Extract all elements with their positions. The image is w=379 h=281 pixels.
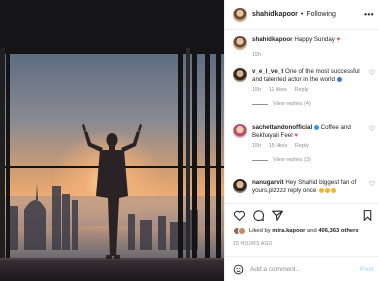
comment-input[interactable]: Add a comment... bbox=[250, 266, 301, 273]
post-header: shahidkapoor • Following ••• bbox=[225, 0, 379, 30]
comment-text: v_e_l_ve_t One of the most successful an… bbox=[252, 68, 370, 84]
post-details-panel: shahidkapoor • Following ••• shahidkapoo… bbox=[224, 0, 379, 281]
verified-badge-icon bbox=[313, 124, 319, 130]
pray-emoji bbox=[319, 187, 325, 193]
replies-divider bbox=[252, 159, 268, 161]
pray-emoji bbox=[325, 187, 331, 193]
caption-meta: 15h bbox=[252, 52, 375, 58]
view-replies-button[interactable]: View replies (4) bbox=[252, 101, 375, 107]
emoji-smiley-icon[interactable] bbox=[233, 264, 244, 275]
action-bar bbox=[225, 203, 379, 225]
caption-body: Happy Sunday bbox=[294, 36, 335, 43]
liked-by-user[interactable]: mira.kapoor bbox=[272, 228, 305, 234]
share-paper-plane-icon[interactable] bbox=[271, 209, 284, 222]
comment-item: nanugarvit Hey Shahid biggest fan of you… bbox=[233, 179, 375, 195]
view-replies-label: View replies (3) bbox=[273, 157, 311, 163]
caption-username[interactable]: shahidkapoor bbox=[252, 36, 293, 43]
globe-emoji bbox=[336, 76, 342, 82]
caption-text: shahidkapoor Happy Sunday ♥ bbox=[252, 36, 370, 44]
reply-button[interactable]: Reply bbox=[295, 87, 309, 93]
reply-button[interactable]: Reply bbox=[295, 143, 309, 149]
view-replies-label: View replies (4) bbox=[273, 101, 311, 107]
caption-avatar[interactable] bbox=[233, 36, 247, 50]
separator-dot: • bbox=[300, 11, 304, 18]
caption-time: 15h bbox=[252, 52, 262, 58]
liked-by-text: Liked by mira.kapoor and 406,363 others bbox=[249, 228, 359, 234]
comment-time: 15h bbox=[252, 143, 262, 149]
comment-meta: 15h 11 likes Reply bbox=[252, 87, 375, 93]
comment-username[interactable]: v_e_l_ve_t bbox=[252, 68, 283, 75]
comment-username[interactable]: nanugarvit bbox=[252, 179, 284, 186]
comment-bubble-icon[interactable] bbox=[252, 209, 265, 222]
author-avatar[interactable] bbox=[233, 7, 247, 22]
comment-likes[interactable]: 15 likes bbox=[269, 143, 288, 149]
like-comment-heart-icon[interactable]: ♡ bbox=[369, 69, 375, 77]
author-username[interactable]: shahidkapoor bbox=[252, 11, 298, 18]
liked-by-joiner: and bbox=[307, 228, 317, 234]
post-timestamp[interactable]: 15 HOURS AGO bbox=[233, 241, 273, 247]
commenter-avatar[interactable] bbox=[233, 124, 247, 138]
pray-emoji bbox=[331, 187, 337, 193]
liked-by-prefix: Liked by bbox=[249, 228, 271, 234]
commenter-avatar[interactable] bbox=[233, 179, 247, 193]
liker-avatar bbox=[238, 227, 246, 235]
following-button[interactable]: Following bbox=[306, 11, 336, 18]
add-comment-bar: Add a comment... Post bbox=[225, 256, 379, 281]
likes-count[interactable]: 406,363 others bbox=[318, 228, 358, 234]
post-comment-button[interactable]: Post bbox=[360, 266, 374, 273]
liked-by-summary[interactable]: Liked by mira.kapoor and 406,363 others bbox=[233, 227, 359, 235]
like-heart-icon[interactable] bbox=[233, 209, 246, 222]
comment-item: v_e_l_ve_t One of the most successful an… bbox=[233, 68, 375, 107]
like-comment-heart-icon[interactable]: ♡ bbox=[369, 180, 375, 188]
pink-heart-emoji: ♥ bbox=[336, 36, 341, 43]
instagram-post-modal: shahidkapoor • Following ••• shahidkapoo… bbox=[0, 0, 379, 281]
comment-meta: 15h 15 likes Reply bbox=[252, 143, 375, 149]
comment-username[interactable]: sachettandonofficial bbox=[252, 124, 312, 131]
bookmark-icon[interactable] bbox=[361, 209, 374, 222]
comment-time: 15h bbox=[252, 87, 262, 93]
commenter-avatar[interactable] bbox=[233, 68, 247, 82]
comment-item: sachettandonofficial Coffee and Bekhayal… bbox=[233, 124, 375, 163]
sunset-window-image bbox=[0, 0, 224, 281]
replies-divider bbox=[252, 103, 268, 105]
view-replies-button[interactable]: View replies (3) bbox=[252, 157, 375, 163]
like-comment-heart-icon[interactable]: ♡ bbox=[369, 125, 375, 133]
comment-text: sachettandonofficial Coffee and Bekhayal… bbox=[252, 124, 370, 140]
red-heart-emoji: ♥ bbox=[294, 132, 299, 139]
more-options-icon[interactable]: ••• bbox=[364, 10, 374, 19]
post-caption: shahidkapoor Happy Sunday ♥ 15h bbox=[233, 36, 375, 58]
comment-text: nanugarvit Hey Shahid biggest fan of you… bbox=[252, 179, 370, 195]
comment-likes[interactable]: 11 likes bbox=[269, 87, 287, 93]
post-photo[interactable] bbox=[0, 0, 224, 281]
